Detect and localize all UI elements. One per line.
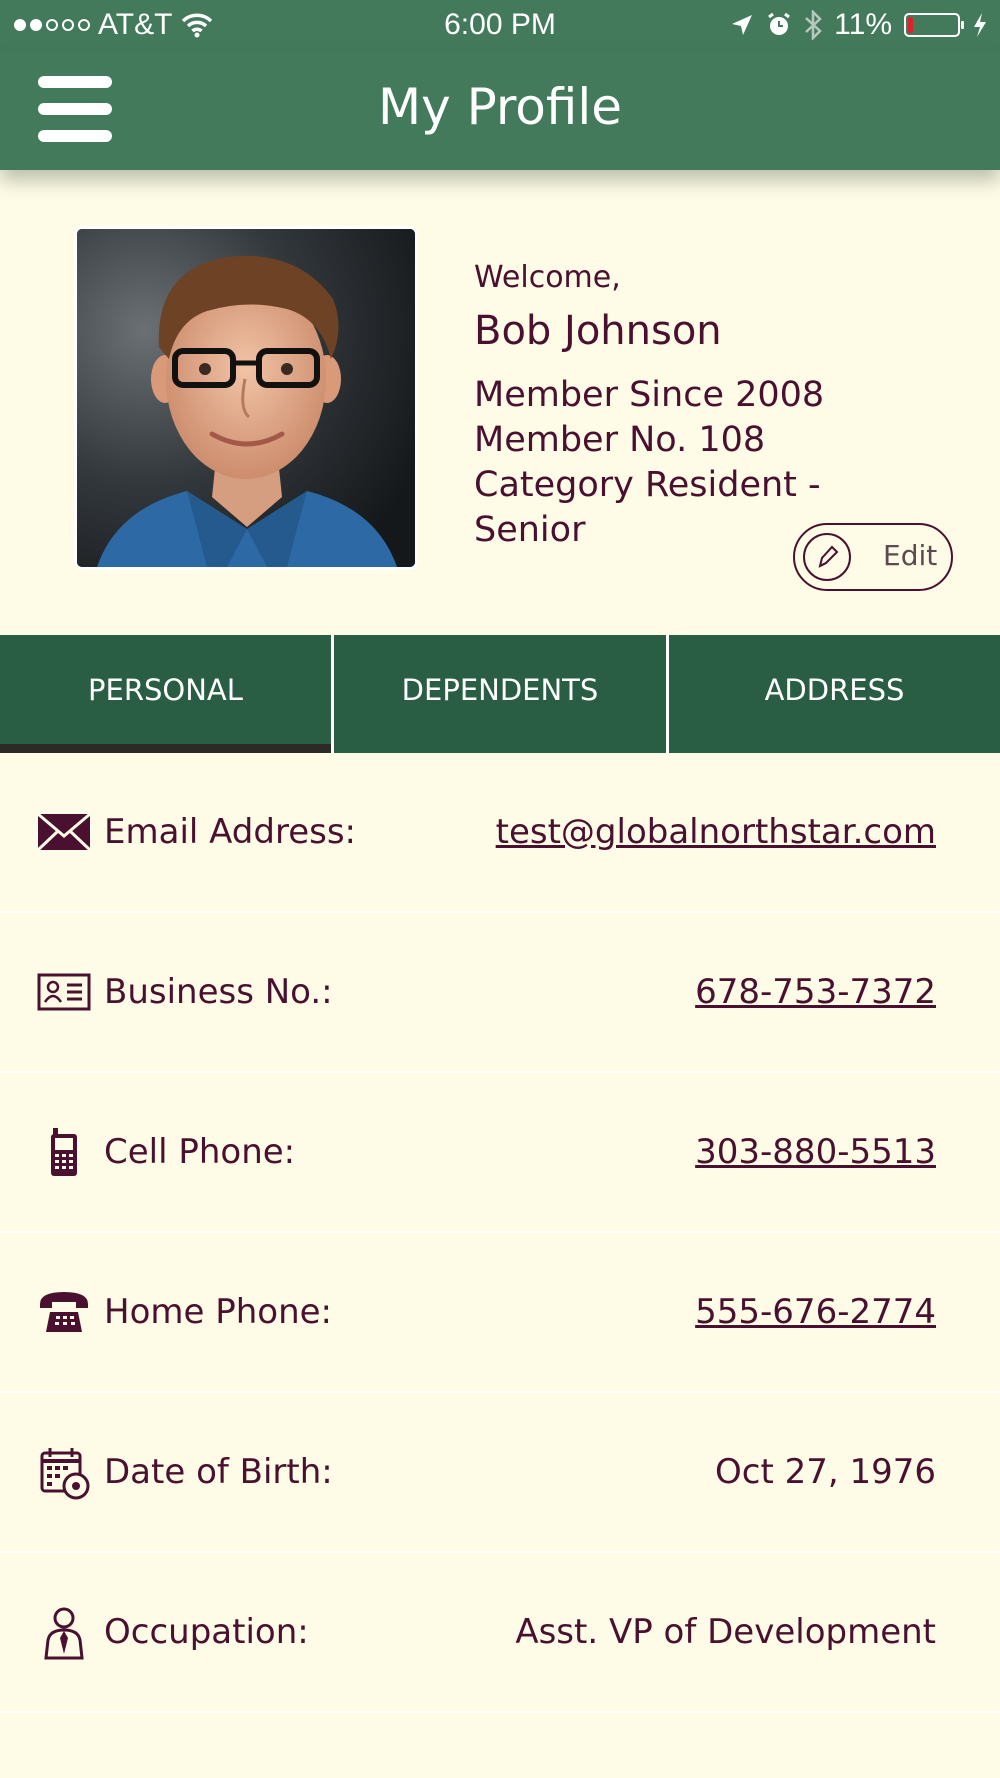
occupation-value: Asst. VP of Development (515, 1612, 936, 1652)
cell-phone-link[interactable]: 303-880-5513 (695, 1132, 936, 1172)
status-bar: AT&T 6:00 PM 11% (0, 0, 1000, 52)
profile-photo (74, 226, 418, 570)
business-card-icon (37, 973, 91, 1011)
home-phone-icon (40, 1292, 88, 1332)
location-arrow-icon (732, 15, 753, 35)
charging-bolt-icon (974, 13, 986, 37)
page-title: My Profile (377, 78, 623, 136)
date-of-birth-label: Date of Birth: (104, 1452, 333, 1492)
member-since: Member Since 2008 (474, 375, 825, 415)
battery-level-fill (908, 17, 913, 33)
occupation-label: Occupation: (104, 1612, 309, 1652)
profile-tabs: PERSONAL DEPENDENTS ADDRESS (0, 635, 1000, 753)
member-name: Bob Johnson (474, 308, 722, 354)
avatar (77, 229, 415, 567)
app-header: My Profile (0, 52, 1000, 170)
row-email: Email Address: test@globalnorthstar.com (0, 753, 1000, 913)
occupation-icon (44, 1607, 84, 1660)
tab-personal[interactable]: PERSONAL (0, 635, 331, 753)
home-phone-label: Home Phone: (104, 1292, 332, 1332)
email-link[interactable]: test@globalnorthstar.com (496, 812, 936, 852)
tab-dependents[interactable]: DEPENDENTS (334, 635, 666, 753)
tab-address[interactable]: ADDRESS (669, 635, 1000, 753)
date-of-birth-value: Oct 27, 1976 (715, 1452, 936, 1492)
cell-phone-icon (51, 1128, 77, 1176)
battery-icon (904, 13, 964, 37)
row-cell-phone: Cell Phone: 303-880-5513 (0, 1073, 1000, 1233)
edit-profile-button[interactable]: Edit (793, 523, 953, 591)
battery-percent: 11% (834, 8, 892, 41)
row-home-phone: Home Phone: 555-676-2774 (0, 1233, 1000, 1393)
business-number-link[interactable]: 678-753-7372 (695, 972, 936, 1012)
bluetooth-icon (805, 10, 822, 40)
row-date-of-birth: Date of Birth: Oct 27, 1976 (0, 1393, 1000, 1553)
cell-phone-label: Cell Phone: (104, 1132, 296, 1172)
envelope-icon (36, 812, 92, 852)
member-category: Category Resident - (474, 465, 821, 505)
row-business-number: Business No.: 678-753-7372 (0, 913, 1000, 1073)
pencil-icon (803, 533, 851, 581)
member-number: Member No. 108 (474, 420, 766, 460)
business-number-label: Business No.: (104, 972, 333, 1012)
home-phone-link[interactable]: 555-676-2774 (695, 1292, 936, 1332)
alarm-clock-icon (768, 12, 791, 35)
calendar-icon (40, 1448, 90, 1500)
edit-button-label: Edit (883, 539, 938, 572)
row-occupation: Occupation: Asst. VP of Development (0, 1553, 1000, 1713)
welcome-text: Welcome, (474, 260, 621, 295)
email-label: Email Address: (104, 812, 356, 852)
